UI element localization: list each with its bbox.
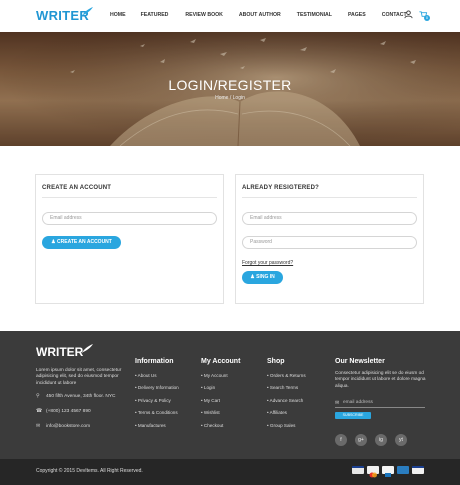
footer-link[interactable]: • Checkout xyxy=(201,420,240,432)
address-text: 450 fifth Avenue, 34th floor. NYC xyxy=(46,394,116,399)
footer-link[interactable]: • Orders & Returns xyxy=(267,370,306,382)
register-email-field[interactable]: Email address xyxy=(42,212,217,225)
create-account-button[interactable]: ♟ CREATE AN ACCOUNT xyxy=(42,236,121,249)
footer-link[interactable]: • Group Sales xyxy=(267,420,306,432)
visa-card-icon xyxy=(352,466,364,474)
newsletter-heading: Our Newsletter xyxy=(335,358,385,365)
main-nav: HOME FEATURED REVIEW BOOK ABOUT AUTHOR T… xyxy=(110,12,407,18)
footer-link[interactable]: • Wishlist xyxy=(201,407,240,419)
footer-bottom-bar: Copyright © 2015 DevItems. All Right Res… xyxy=(0,459,460,485)
nav-item-review-book[interactable]: REVIEW BOOK xyxy=(185,12,222,18)
mastercard-icon xyxy=(367,466,379,478)
envelope-icon: ✉ xyxy=(36,424,41,429)
footer-link[interactable]: • About Us xyxy=(135,370,179,382)
footer-column-my-account: My Account • My Account • Login • My Car… xyxy=(201,358,240,432)
footer-link[interactable]: • Privacy & Policy xyxy=(135,395,179,407)
google-plus-icon[interactable]: g+ xyxy=(355,434,367,446)
visa-card-icon xyxy=(412,466,424,474)
footer-address: ⚲ 450 fifth Avenue, 34th floor. NYC xyxy=(36,394,116,399)
email-text[interactable]: info@bookstore.com xyxy=(46,424,90,429)
sign-in-button-label: SING IN xyxy=(256,274,275,280)
social-links: f g+ ig yt xyxy=(335,434,415,446)
envelope-icon: ✉ xyxy=(335,400,340,406)
footer-link[interactable]: • My Account xyxy=(201,370,240,382)
login-email-field[interactable]: Email address xyxy=(242,212,417,225)
payment-methods xyxy=(349,466,424,478)
subscribe-button[interactable]: SUBSCRIBE xyxy=(335,412,371,419)
facebook-icon[interactable]: f xyxy=(335,434,347,446)
footer-phone: ☎ (+800) 123 4567 890 xyxy=(36,409,91,414)
site-footer: WRITER Lorem ipsum dolor sit amet, conse… xyxy=(0,331,460,459)
copyright-text: Copyright © 2015 DevItems. All Right Res… xyxy=(36,468,143,474)
footer-link[interactable]: • Manufactures xyxy=(135,420,179,432)
create-account-panel: CREATE AN ACCOUNT Email address ♟ CREATE… xyxy=(35,174,224,304)
footer-about-text: Lorem ipsum dolor sit amet, consectetur … xyxy=(36,368,122,386)
nav-item-pages[interactable]: PAGES xyxy=(348,12,366,18)
divider xyxy=(42,197,217,198)
newsletter-text: Consectetur adipisicing elit se do eiusm… xyxy=(335,370,426,388)
sign-in-button[interactable]: ♟ SING IN xyxy=(242,271,283,284)
phone-text: (+800) 123 4567 890 xyxy=(46,409,91,414)
column-heading: My Account xyxy=(201,358,241,365)
paypal-icon xyxy=(382,466,394,477)
divider xyxy=(242,197,417,198)
create-account-button-label: CREATE AN ACCOUNT xyxy=(57,239,112,245)
create-account-heading: CREATE AN ACCOUNT xyxy=(42,185,112,191)
footer-link[interactable]: • My Cart xyxy=(201,395,240,407)
footer-link[interactable]: • Search Terms xyxy=(267,382,306,394)
youtube-icon[interactable]: yt xyxy=(395,434,407,446)
amex-card-icon xyxy=(397,466,409,474)
column-heading: Shop xyxy=(267,358,285,365)
nav-item-about-author[interactable]: ABOUT AUTHOR xyxy=(239,12,281,18)
location-pin-icon: ⚲ xyxy=(36,394,40,399)
nav-item-contact[interactable]: CONTACT xyxy=(382,12,407,18)
nav-item-featured[interactable]: FEATURED xyxy=(141,12,169,18)
nav-item-testimonial[interactable]: TESTIMONIAL xyxy=(297,12,332,18)
newsletter-placeholder: email address xyxy=(343,400,373,405)
footer-column-shop: Shop • Orders & Returns • Search Terms •… xyxy=(267,358,306,432)
login-password-field[interactable]: Password xyxy=(242,236,417,249)
login-heading: ALREADY RESIGTERED? xyxy=(242,185,320,191)
phone-icon: ☎ xyxy=(36,409,42,414)
page-title: LOGIN/REGISTER xyxy=(168,77,292,93)
footer-link[interactable]: • Terms & Conditions xyxy=(135,407,179,419)
cart-count-badge: 0 xyxy=(424,15,430,21)
breadcrumb[interactable]: Home / Login xyxy=(0,95,460,101)
login-panel: ALREADY RESIGTERED? Email address Passwo… xyxy=(235,174,424,304)
column-heading: Information xyxy=(135,358,174,365)
footer-link[interactable]: • Login xyxy=(201,382,240,394)
nav-item-home[interactable]: HOME xyxy=(110,12,126,18)
footer-link[interactable]: • Advance Search xyxy=(267,395,306,407)
footer-link[interactable]: • Delivery Information xyxy=(135,382,179,394)
instagram-icon[interactable]: ig xyxy=(375,434,387,446)
newsletter-email-input[interactable]: ✉ email address xyxy=(335,398,425,408)
feather-icon xyxy=(81,7,93,17)
user-icon[interactable] xyxy=(404,10,413,19)
feather-icon xyxy=(81,344,93,354)
footer-logo[interactable]: WRITER xyxy=(36,345,83,359)
footer-newsletter: Our Newsletter Consectetur adipisicing e… xyxy=(335,358,430,446)
site-header: WRITER HOME FEATURED REVIEW BOOK ABOUT A… xyxy=(0,0,460,32)
forgot-password-link[interactable]: Forgot your password? xyxy=(242,260,293,266)
footer-link[interactable]: • Affiliates xyxy=(267,407,306,419)
page-hero-banner: LOGIN/REGISTER Home / Login xyxy=(0,32,460,146)
footer-email: ✉ info@bookstore.com xyxy=(36,424,90,429)
footer-column-information: Information • About Us • Delivery Inform… xyxy=(135,358,179,432)
